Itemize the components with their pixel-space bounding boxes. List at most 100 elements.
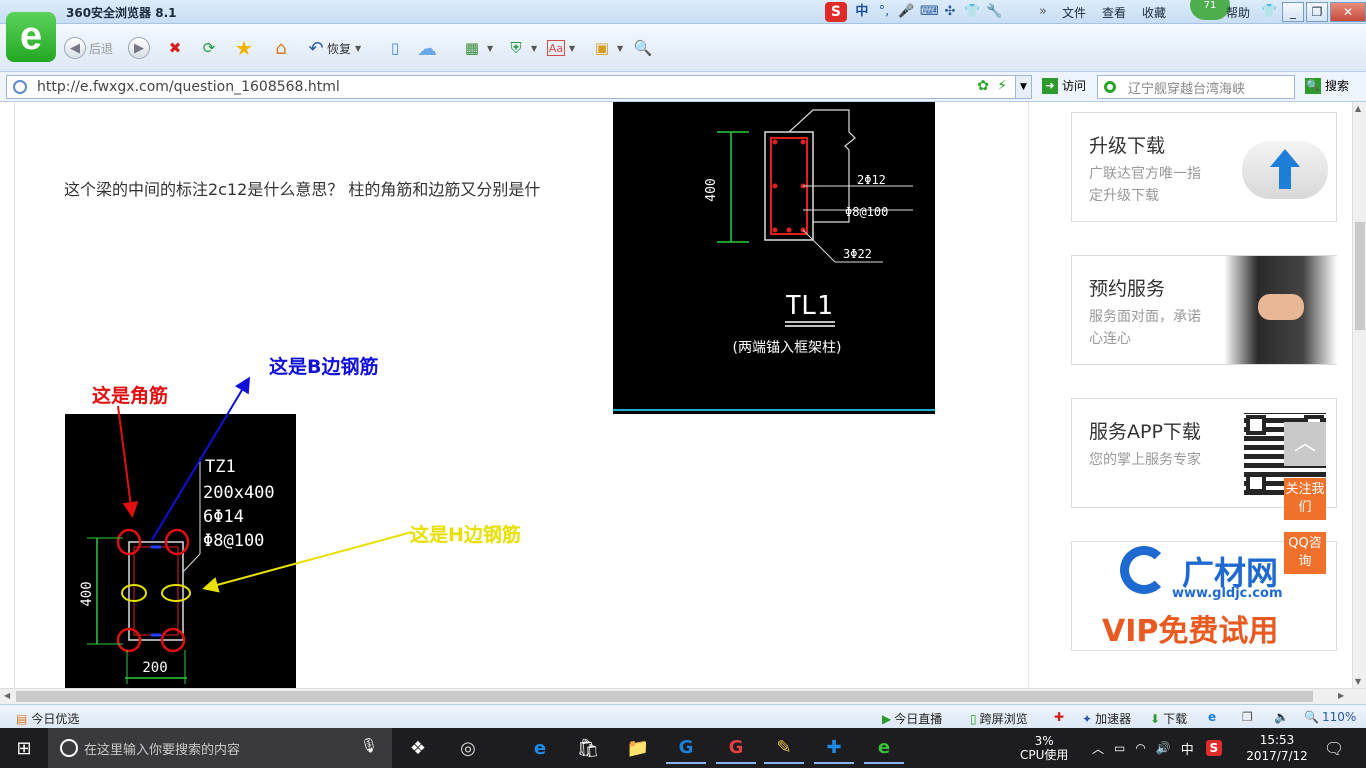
follow-us-button[interactable]: 关注我们 — [1284, 478, 1326, 520]
download-button[interactable]: ⬇ 下载 — [1150, 710, 1187, 727]
horizontal-scrollbar[interactable]: ◀ ▶ — [0, 688, 1366, 704]
more-chevron-icon[interactable]: » — [1035, 4, 1051, 20]
menu-file[interactable]: 文件 — [1062, 4, 1086, 21]
taskbar-search[interactable]: 在这里输入你要搜索的内容 🎙 — [48, 728, 392, 768]
clock[interactable]: 15:53 2017/7/12 — [1244, 728, 1310, 768]
keyboard-icon[interactable]: ⌨ — [920, 4, 939, 20]
taskbar-app-plus[interactable]: ✚ — [814, 732, 854, 764]
favorite-button[interactable]: ★ — [233, 35, 255, 61]
punctuation-icon[interactable]: °, — [876, 4, 892, 20]
ie-icon: e — [1208, 710, 1217, 724]
url-text[interactable]: http://e.fwxgx.com/question_1608568.html — [37, 79, 340, 95]
toolbox-icon[interactable]: ✣ — [942, 4, 958, 20]
start-button[interactable]: ⊞ — [0, 728, 48, 768]
action-center-button[interactable]: 🗨 — [1324, 728, 1344, 768]
restore-button[interactable]: ↶ 恢复 ▼ — [305, 35, 361, 61]
search-engine-icon[interactable] — [1104, 81, 1116, 93]
scroll-down-arrow-icon[interactable]: ▼ — [1355, 677, 1361, 686]
speaker-icon[interactable]: 🔊 — [1156, 741, 1171, 755]
wrench-icon[interactable]: 🔧 — [986, 4, 1002, 20]
minimize-button[interactable]: _ — [1282, 2, 1304, 22]
search-input[interactable]: 辽宁舰穿越台湾海峡 — [1097, 75, 1295, 99]
battery-icon[interactable]: ▭ — [1114, 741, 1125, 755]
upgrade-download-card[interactable]: 升级下载 广联达官方唯一指定升级下载 — [1071, 112, 1337, 222]
cross-screen-button[interactable]: ▯ 跨屏浏览 — [970, 710, 1028, 727]
skin-icon[interactable]: 👕 — [964, 4, 980, 20]
first-aid-button[interactable]: ✚ — [1054, 710, 1064, 724]
shirt-icon[interactable]: 👕 — [1261, 4, 1277, 20]
window-switch-button[interactable]: ❐ — [1242, 710, 1253, 724]
zoom-tool-button[interactable]: 🔍 — [632, 35, 654, 61]
scroll-up-arrow-icon[interactable]: ▲ — [1355, 104, 1361, 113]
sogou-ime-icon[interactable]: S — [824, 2, 847, 22]
cloud-icon: ☁ — [417, 36, 437, 60]
scroll-left-arrow-icon[interactable]: ◀ — [4, 691, 10, 700]
browser-toolbar: e ◀ 后退 ▶ ✖ ⟳ ★ ⌂ ↶ 恢复 ▼ ▯ ☁ ▦ ▼ ⛨ ▼ Aa ▼… — [0, 12, 1366, 72]
live-button[interactable]: ▶ 今日直播 — [882, 710, 942, 727]
screenshot-button[interactable]: ▣ ▼ — [591, 35, 623, 61]
ie-mode-button[interactable]: e — [1208, 710, 1216, 724]
cross-screen-label: 跨屏浏览 — [979, 712, 1028, 726]
menu-view[interactable]: 查看 — [1102, 4, 1126, 21]
vertical-scrollbar[interactable]: ▲ ▼ — [1352, 102, 1366, 688]
cpu-label: CPU使用 — [1020, 748, 1069, 762]
stop-button[interactable]: ✖ — [164, 35, 186, 61]
search-button[interactable]: 🔍 搜索 — [1305, 77, 1349, 94]
back-to-top-button[interactable]: ︿ — [1284, 422, 1326, 466]
translate-button[interactable]: Aa ▼ — [547, 35, 575, 61]
sogou-tray-icon[interactable]: S — [1205, 740, 1222, 756]
url-field[interactable]: http://e.fwxgx.com/question_1608568.html… — [6, 75, 1032, 99]
lightning-icon[interactable]: ⚡ — [997, 78, 1007, 94]
phone-icon: ▯ — [970, 711, 977, 726]
zoom-button[interactable]: 🔍 110% — [1304, 710, 1356, 724]
cloud-button[interactable]: ☁ — [416, 35, 438, 61]
apps-button[interactable]: ▦ ▼ — [461, 35, 493, 61]
taskbar-app-1[interactable]: ◎ — [448, 732, 488, 764]
tray-expand-icon[interactable]: ︿ — [1092, 740, 1104, 757]
ime-indicator[interactable]: 中 — [1181, 739, 1194, 758]
taskbar-glodon-2[interactable]: G — [716, 732, 756, 764]
volume-button[interactable]: 🔈 — [1274, 710, 1289, 724]
zoom-value: 110% — [1321, 710, 1357, 724]
taskbar-notes[interactable]: ✎ — [764, 732, 804, 764]
qq-consult-button[interactable]: QQ咨询 — [1284, 532, 1326, 574]
menu-favorites[interactable]: 收藏 — [1142, 4, 1166, 21]
wifi-icon[interactable]: ◠ — [1135, 741, 1145, 755]
task-view-button[interactable]: ❖ — [398, 732, 438, 764]
taskbar-store[interactable]: 🛍 — [568, 732, 608, 764]
vertical-scroll-thumb[interactable] — [1355, 222, 1365, 330]
refresh-button[interactable]: ⟳ — [198, 35, 220, 61]
download-arrow-icon: ⬇ — [1150, 711, 1161, 726]
taskbar-360-browser[interactable]: e — [864, 732, 904, 764]
clock-time: 15:53 — [1259, 733, 1295, 747]
cpu-indicator[interactable]: 3% CPU使用 — [1020, 728, 1068, 768]
browser-logo-icon[interactable]: e — [6, 12, 56, 62]
back-button[interactable]: ◀ 后退 — [64, 35, 113, 61]
accelerator-button[interactable]: ✦ 加速器 — [1082, 710, 1131, 727]
forward-button[interactable]: ▶ — [128, 35, 150, 61]
mic-icon[interactable]: 🎙 — [360, 738, 378, 754]
mobile-button[interactable]: ▯ — [384, 35, 406, 61]
menu-help[interactable]: 帮助 — [1226, 4, 1250, 21]
volume-icon: 🔈 — [1274, 710, 1289, 724]
magnifier-icon: 🔍 — [633, 39, 653, 57]
accelerator-icon: ✦ — [1082, 711, 1093, 726]
url-dropdown-icon[interactable]: ▼ — [1015, 76, 1031, 98]
loading-icon[interactable]: ✿ — [977, 78, 989, 94]
back-arrow-icon: ◀ — [64, 37, 86, 59]
maximize-button[interactable]: ❐ — [1306, 2, 1328, 22]
zoom-icon: 🔍 — [1304, 710, 1319, 724]
taskbar-glodon-1[interactable]: G — [666, 732, 706, 764]
taskbar-edge[interactable]: e — [520, 732, 560, 764]
microphone-icon[interactable]: 🎤 — [898, 4, 914, 20]
visit-button[interactable]: ➜ 访问 — [1042, 77, 1086, 94]
home-button[interactable]: ⌂ — [270, 35, 292, 61]
scroll-right-arrow-icon[interactable]: ▶ — [1338, 691, 1344, 700]
ime-mode-indicator[interactable]: 中 — [854, 4, 870, 20]
today-pick-button[interactable]: ▤ 今日优选 — [16, 710, 79, 727]
close-button[interactable]: ✕ — [1330, 2, 1366, 22]
horizontal-scroll-thumb[interactable] — [16, 691, 1313, 702]
security-button[interactable]: ⛨ ▼ — [505, 35, 537, 61]
booking-service-card[interactable]: 预约服务 服务面对面，承诺心连心 — [1071, 255, 1337, 365]
taskbar-explorer[interactable]: 📁 — [618, 732, 658, 764]
